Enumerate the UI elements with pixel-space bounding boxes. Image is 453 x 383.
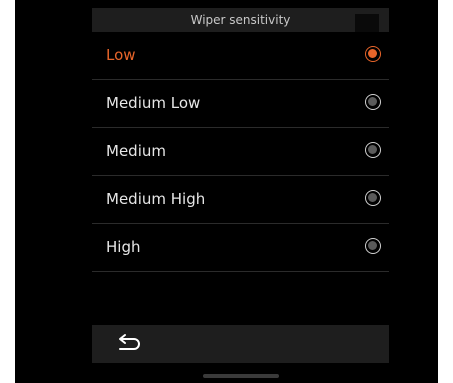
option-medium-low[interactable]: Medium Low bbox=[92, 80, 389, 128]
radio-dot-icon bbox=[368, 49, 377, 58]
option-label: Low bbox=[106, 46, 136, 64]
wiper-sensitivity-panel: Wiper sensitivity Low Medium Low Medium … bbox=[92, 8, 389, 378]
radio-dot-icon bbox=[368, 241, 377, 250]
option-low[interactable]: Low bbox=[92, 32, 389, 80]
radio-button[interactable] bbox=[365, 190, 381, 206]
radio-dot-icon bbox=[368, 145, 377, 154]
option-label: Medium bbox=[106, 142, 166, 160]
header-bar: Wiper sensitivity bbox=[92, 8, 389, 32]
option-high[interactable]: High bbox=[92, 224, 389, 272]
radio-button[interactable] bbox=[365, 94, 381, 110]
page-title: Wiper sensitivity bbox=[190, 13, 291, 27]
radio-dot-icon bbox=[368, 193, 377, 202]
footer-bar bbox=[92, 325, 389, 363]
options-list: Low Medium Low Medium Medium High High bbox=[92, 32, 389, 272]
option-label: Medium High bbox=[106, 190, 206, 208]
back-arrow-icon bbox=[119, 334, 140, 350]
radio-button[interactable] bbox=[365, 142, 381, 158]
app-frame: Wiper sensitivity Low Medium Low Medium … bbox=[15, 0, 438, 383]
back-button[interactable] bbox=[114, 333, 144, 355]
option-medium[interactable]: Medium bbox=[92, 128, 389, 176]
option-medium-high[interactable]: Medium High bbox=[92, 176, 389, 224]
option-label: High bbox=[106, 238, 141, 256]
radio-button[interactable] bbox=[365, 238, 381, 254]
header-corner-block bbox=[355, 14, 379, 32]
option-label: Medium Low bbox=[106, 94, 201, 112]
radio-button[interactable] bbox=[365, 46, 381, 62]
radio-dot-icon bbox=[368, 97, 377, 106]
home-indicator[interactable] bbox=[203, 374, 279, 378]
